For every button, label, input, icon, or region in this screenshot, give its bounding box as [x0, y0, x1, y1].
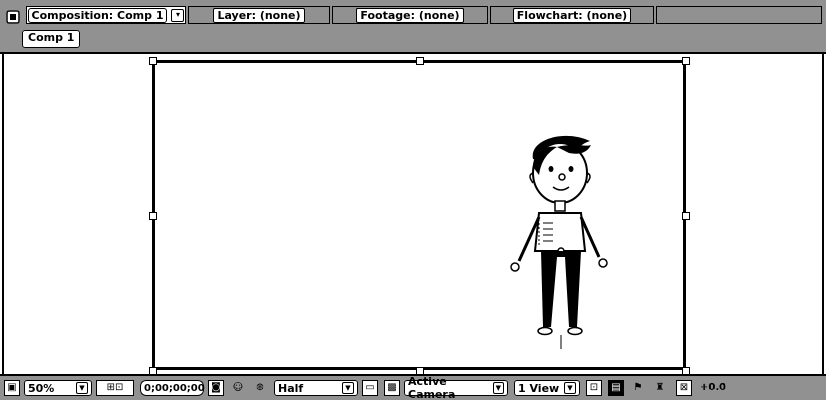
character-illustration[interactable] [495, 131, 635, 355]
transparency-grid-icon[interactable]: ▩ [384, 380, 400, 396]
tab-flowchart-label: Flowchart: (none) [512, 7, 632, 23]
zoom-value: 50% [28, 381, 55, 395]
views-dropdown[interactable]: 1 View ▼ [514, 380, 580, 396]
chevron-down-icon: ▼ [342, 382, 354, 394]
resolution-dropdown[interactable]: Half ▼ [274, 380, 358, 396]
resolution-value: Half [278, 381, 304, 395]
exposure-value[interactable]: +0.0 [700, 381, 726, 395]
handle-top-right[interactable] [682, 57, 690, 65]
breadcrumb[interactable]: Comp 1 [22, 30, 81, 48]
grid-guides-icon[interactable]: ⊞⊡ [96, 380, 134, 396]
views-value: 1 View [518, 381, 560, 395]
close-icon[interactable]: ▾ [171, 8, 185, 22]
region-of-interest-icon[interactable]: ▭ [362, 380, 378, 396]
timecode-field[interactable]: 0;00;00;00 [140, 380, 205, 396]
camera-value: Active Camera [408, 375, 456, 401]
handle-top-left[interactable] [149, 57, 157, 65]
handle-bottom-left[interactable] [149, 367, 157, 375]
lock-icon[interactable]: ♜ [652, 380, 668, 396]
tab-layer-label: Layer: (none) [213, 7, 305, 23]
tab-composition[interactable]: Composition: Comp 1 ▾ [26, 6, 186, 24]
person-icon[interactable]: ☺ [230, 380, 246, 396]
composition-panel-icon[interactable] [4, 8, 22, 26]
rgb-channels-icon[interactable]: ⊛ [252, 380, 268, 396]
tab-overflow[interactable] [656, 6, 822, 24]
handle-middle-left[interactable] [149, 212, 157, 220]
flowchart-icon[interactable]: ⚑ [630, 380, 646, 396]
viewer-header: Composition: Comp 1 ▾ Layer: (none) Foot… [0, 0, 826, 52]
zoom-dropdown[interactable]: 50% ▼ [24, 380, 92, 396]
handle-top-center[interactable] [416, 57, 424, 65]
viewer-right-edge [822, 54, 824, 374]
reset-exposure-icon[interactable]: ⊠ [676, 380, 692, 396]
chevron-down-icon: ▼ [492, 382, 504, 394]
chevron-down-icon: ▼ [76, 382, 88, 394]
handle-bottom-center[interactable] [416, 367, 424, 375]
viewer-footer: ▣ 50% ▼ ⊞⊡ 0;00;00;00 ◙ ☺ ⊛ Half ▼ ▭ ▩ A… [0, 375, 826, 401]
tab-footage[interactable]: Footage: (none) [332, 6, 488, 24]
viewer-left-edge [2, 54, 4, 374]
camera-dropdown[interactable]: Active Camera ▼ [404, 375, 508, 401]
tab-composition-label: Composition: Comp 1 [27, 7, 168, 23]
chevron-down-icon: ▼ [564, 382, 576, 394]
timecode-value: 0;00;00;00 [144, 382, 205, 394]
handle-middle-right[interactable] [682, 212, 690, 220]
camera-icon[interactable]: ◙ [208, 380, 224, 396]
tab-footage-label: Footage: (none) [356, 7, 464, 23]
always-preview-icon[interactable]: ▣ [4, 380, 20, 396]
fast-previews-icon[interactable]: ⊡ [586, 380, 602, 396]
composition-viewer[interactable] [0, 52, 826, 376]
composition-canvas[interactable] [152, 60, 686, 370]
tab-layer[interactable]: Layer: (none) [188, 6, 330, 24]
draft-3d-icon[interactable]: ▤ [608, 380, 624, 396]
tab-flowchart[interactable]: Flowchart: (none) [490, 6, 654, 24]
handle-bottom-right[interactable] [682, 367, 690, 375]
